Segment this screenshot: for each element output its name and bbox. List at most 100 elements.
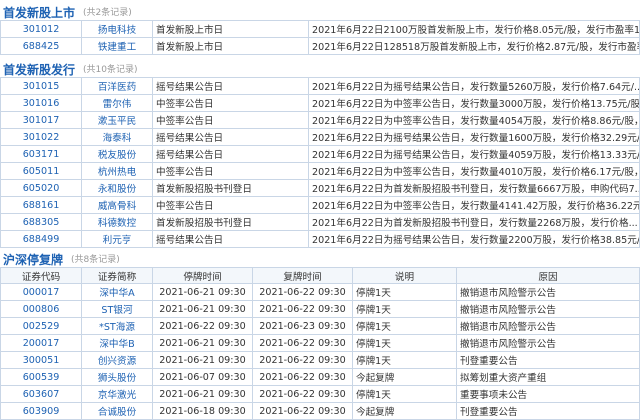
stock-name-link[interactable]: 铁建重工 [81, 37, 153, 55]
stock-code-link[interactable]: 301017 [0, 111, 82, 129]
table-row: 605011 杭州热电 中签率公告日 2021年6月22日为中签率公告日，发行数量40… [0, 162, 640, 180]
suspension-reason: 刊登重要公告 [456, 351, 640, 369]
event-detail: 2021年6月22日为首发新股招股书刊登日，发行数量6667万股，申购代码7..… [308, 179, 640, 197]
stock-name-link[interactable]: 狮头股份 [81, 368, 153, 386]
suspension-note: 停牌1天 [352, 317, 457, 335]
table-row: 603607 京华激光 2021-06-21 09:30 2021-06-22 09:… [0, 385, 640, 403]
stock-code-link[interactable]: 300051 [0, 351, 82, 369]
stock-code-link[interactable]: 603909 [0, 402, 82, 420]
resumption-time: 2021-06-22 09:30 [252, 351, 353, 369]
stock-code-link[interactable]: 000806 [0, 300, 82, 318]
suspension-note: 停牌1天 [352, 300, 457, 318]
table-row: 300051 创兴资源 2021-06-21 09:30 2021-06-22 09:… [0, 351, 640, 369]
table-row: 688425 铁建重工 首发新股上市日 2021年6月22日128518万股首发新股上… [0, 37, 640, 55]
suspension-time: 2021-06-22 09:30 [152, 317, 253, 335]
event-type: 中签率公告日 [152, 111, 309, 129]
event-detail: 2021年6月22日128518万股首发新股上市，发行价格2.87元/股，发行市… [308, 37, 640, 55]
suspension-note: 今起复牌 [352, 368, 457, 386]
suspension-time: 2021-06-21 09:30 [152, 385, 253, 403]
suspension-reason: 撤销退市风险警示公告 [456, 300, 640, 318]
record-count: (共10条记录) [83, 65, 138, 75]
section-suspension-header: 沪深停复牌 (共8条记录) [0, 248, 640, 267]
stock-name-link[interactable]: 利元亨 [81, 230, 153, 248]
stock-name-link[interactable]: 科德数控 [81, 213, 153, 231]
event-type: 摇号结果公告日 [152, 145, 309, 163]
stock-code-link[interactable]: 600539 [0, 368, 82, 386]
event-detail: 2021年6月22日为中签率公告日，发行数量4141.42万股，发行价格36.2… [308, 196, 640, 214]
stock-name-link[interactable]: 合诚股份 [81, 402, 153, 420]
column-header: 停牌时间 [152, 267, 253, 284]
table-row: 301017 漱玉平民 中签率公告日 2021年6月22日为中签率公告日，发行数量40… [0, 111, 640, 129]
stock-name-link[interactable]: 税友股份 [81, 145, 153, 163]
suspension-note: 停牌1天 [352, 351, 457, 369]
table-row: 603909 合诚股份 2021-06-18 09:30 2021-06-22 09:… [0, 402, 640, 420]
event-type: 中签率公告日 [152, 94, 309, 112]
event-type: 首发新股招股书刊登日 [152, 213, 309, 231]
stock-code-link[interactable]: 002529 [0, 317, 82, 335]
table-row: 301015 百洋医药 摇号结果公告日 2021年6月22日为摇号结果公告日，发行数量… [0, 77, 640, 95]
event-detail: 2021年6月22日为中签率公告日，发行数量4010万股，发行价格6.17元/股… [308, 162, 640, 180]
event-detail: 2021年6月22日2100万股首发新股上市，发行价格8.05元/股，发行市盈率… [308, 20, 640, 38]
stock-code-link[interactable]: 688161 [0, 196, 82, 214]
event-type: 首发新股上市日 [152, 37, 309, 55]
suspension-time: 2021-06-21 09:30 [152, 351, 253, 369]
suspension-time: 2021-06-07 09:30 [152, 368, 253, 386]
suspension-reason: 撤销退市风险警示公告 [456, 317, 640, 335]
stock-name-link[interactable]: 海泰科 [81, 128, 153, 146]
column-header: 原因 [456, 267, 640, 284]
suspension-reason: 刊登重要公告 [456, 402, 640, 420]
section-title: 首发新股上市 [3, 6, 76, 20]
stock-name-link[interactable]: 永和股份 [81, 179, 153, 197]
event-detail: 2021年6月22日为摇号结果公告日，发行数量4059万股，发行价格13.33元… [308, 145, 640, 163]
stock-name-link[interactable]: 深中华B [81, 334, 153, 352]
stock-code-link[interactable]: 603607 [0, 385, 82, 403]
event-type: 中签率公告日 [152, 196, 309, 214]
stock-code-link[interactable]: 200017 [0, 334, 82, 352]
stock-name-link[interactable]: 百洋医药 [81, 77, 153, 95]
event-type: 首发新股招股书刊登日 [152, 179, 309, 197]
stock-code-link[interactable]: 301022 [0, 128, 82, 146]
event-detail: 2021年6月22日为摇号结果公告日，发行数量2200万股，发行价格38.85元… [308, 230, 640, 248]
stock-code-link[interactable]: 688499 [0, 230, 82, 248]
stock-name-link[interactable]: ST银河 [81, 300, 153, 318]
table-row: 200017 深中华B 2021-06-21 09:30 2021-06-22 09:… [0, 334, 640, 352]
stock-name-link[interactable]: 京华激光 [81, 385, 153, 403]
stock-name-link[interactable]: 漱玉平民 [81, 111, 153, 129]
table-row: 000806 ST银河 2021-06-21 09:30 2021-06-22 09:… [0, 300, 640, 318]
column-header: 证券代码 [0, 267, 82, 284]
suspension-time: 2021-06-21 09:30 [152, 300, 253, 318]
stock-name-link[interactable]: 扬电科技 [81, 20, 153, 38]
stock-name-link[interactable]: 杭州热电 [81, 162, 153, 180]
stock-code-link[interactable]: 688425 [0, 37, 82, 55]
ipo-issue-table: 301015 百洋医药 摇号结果公告日 2021年6月22日为摇号结果公告日，发行数量… [0, 77, 640, 248]
stock-code-link[interactable]: 603171 [0, 145, 82, 163]
stock-name-link[interactable]: 创兴资源 [81, 351, 153, 369]
table-row: 688161 威高骨科 中签率公告日 2021年6月22日为中签率公告日，发行数量41… [0, 196, 640, 214]
stock-name-link[interactable]: *ST海源 [81, 317, 153, 335]
table-row: 301012 扬电科技 首发新股上市日 2021年6月22日2100万股首发新股上市，… [0, 20, 640, 38]
resumption-time: 2021-06-23 09:30 [252, 317, 353, 335]
stock-code-link[interactable]: 605011 [0, 162, 82, 180]
stock-code-link[interactable]: 605020 [0, 179, 82, 197]
suspension-note: 停牌1天 [352, 334, 457, 352]
stock-name-link[interactable]: 深中华A [81, 283, 153, 301]
stock-code-link[interactable]: 301016 [0, 94, 82, 112]
suspension-note: 停牌1天 [352, 283, 457, 301]
stock-code-link[interactable]: 301012 [0, 20, 82, 38]
suspension-note: 停牌1天 [352, 385, 457, 403]
stock-code-link[interactable]: 688305 [0, 213, 82, 231]
column-header: 证券简称 [81, 267, 153, 284]
event-detail: 2021年6月22日为首发新股招股书刊登日，发行数量2268万股，发行价格... [308, 213, 640, 231]
event-type: 摇号结果公告日 [152, 128, 309, 146]
stock-code-link[interactable]: 301015 [0, 77, 82, 95]
event-detail: 2021年6月22日为中签率公告日，发行数量3000万股，发行价格13.75元/… [308, 94, 640, 112]
section-title: 沪深停复牌 [3, 253, 64, 267]
ipo-listing-table: 301012 扬电科技 首发新股上市日 2021年6月22日2100万股首发新股上市，… [0, 20, 640, 55]
stock-name-link[interactable]: 威高骨科 [81, 196, 153, 214]
stock-code-link[interactable]: 000017 [0, 283, 82, 301]
stock-name-link[interactable]: 雷尔伟 [81, 94, 153, 112]
resumption-time: 2021-06-22 09:30 [252, 385, 353, 403]
table-row: 000017 深中华A 2021-06-21 09:30 2021-06-22 09:… [0, 283, 640, 301]
suspension-reason: 撤销退市风险警示公告 [456, 334, 640, 352]
suspension-time: 2021-06-21 09:30 [152, 283, 253, 301]
